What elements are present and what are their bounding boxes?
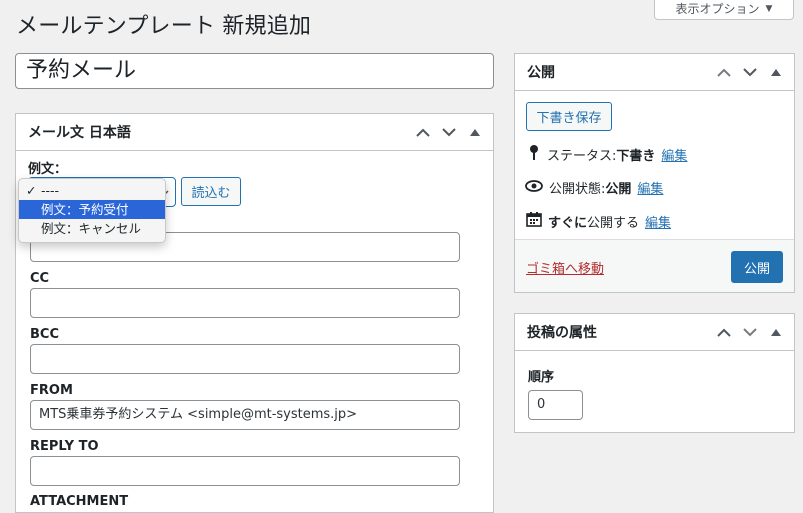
mail-postbox-handles: [413, 114, 485, 151]
bcc-label: BCC: [30, 327, 59, 342]
trash-link[interactable]: ゴミ箱へ移動: [526, 258, 604, 277]
publish-postbox-title: 公開: [527, 65, 555, 81]
toggle-triangle-icon[interactable]: [465, 123, 485, 143]
chevron-down-icon[interactable]: [740, 63, 760, 83]
screen-options-button[interactable]: 表示オプション ▼: [654, 0, 794, 20]
chevron-up-icon[interactable]: [714, 323, 734, 343]
attributes-postbox-title: 投稿の属性: [527, 325, 597, 341]
mail-postbox: メール文 日本語 例文： 読込む CC BCC FROM MTS乗車券予約システ…: [15, 113, 494, 513]
cc-label: CC: [30, 271, 50, 286]
status-label: ステータス:: [547, 148, 617, 164]
post-title-input[interactable]: 予約メール: [15, 53, 494, 89]
screen-options-label: 表示オプション: [675, 2, 760, 16]
edit-status-link[interactable]: 編集: [661, 145, 687, 164]
checkmark-icon: ✓: [26, 183, 37, 198]
dropdown-option-label: 例文：予約受付: [41, 202, 129, 217]
example-dropdown-list: ✓ ---- 例文：予約受付 例文：キャンセル: [18, 178, 166, 243]
load-example-button[interactable]: 読込む: [181, 177, 241, 206]
dropdown-option-label: ----: [41, 183, 60, 198]
dropdown-option-none[interactable]: ✓ ----: [19, 181, 165, 200]
attachment-label: ATTACHMENT: [30, 494, 129, 509]
chevron-up-icon[interactable]: [413, 123, 433, 143]
publish-actions: ゴミ箱へ移動 公開: [515, 239, 794, 292]
chevron-down-icon[interactable]: [740, 323, 760, 343]
status-value: 下書き: [616, 148, 656, 164]
attributes-postbox: 投稿の属性 順序 0: [514, 313, 795, 433]
toggle-triangle-icon[interactable]: [766, 323, 786, 343]
reply-to-label: REPLY TO: [30, 439, 99, 454]
reply-to-field[interactable]: [30, 456, 460, 486]
attributes-postbox-handles: [714, 314, 786, 351]
from-label: FROM: [30, 383, 73, 398]
from-field[interactable]: MTS乗車券予約システム <simple@mt-systems.jp>: [30, 400, 460, 430]
calendar-icon: [526, 211, 542, 231]
pin-icon: [527, 144, 541, 164]
schedule-text: 公開する: [587, 215, 640, 231]
order-label: 順序: [528, 370, 555, 385]
mail-postbox-title: メール文 日本語: [28, 125, 131, 141]
visibility-label: 公開状態:: [549, 182, 606, 197]
visibility-row: 公開状態: 公開 編集: [525, 178, 663, 197]
status-row: ステータス: 下書き 編集: [527, 144, 687, 164]
edit-schedule-link[interactable]: 編集: [645, 212, 671, 231]
edit-visibility-link[interactable]: 編集: [637, 178, 663, 197]
save-draft-button[interactable]: 下書き保存: [526, 102, 612, 131]
chevron-down-icon[interactable]: [439, 123, 459, 143]
publish-postbox: 公開 下書き保存 ステータス: 下書き 編集 公開状態: 公開 編集 すぐに 公…: [514, 53, 795, 293]
chevron-up-icon[interactable]: [714, 63, 734, 83]
page-title: メールテンプレート 新規追加: [16, 14, 312, 39]
dropdown-option-label: 例文：キャンセル: [41, 221, 142, 236]
schedule-immediate: すぐに: [548, 215, 588, 231]
dropdown-option-reservation[interactable]: 例文：予約受付: [19, 200, 165, 219]
dropdown-option-cancel[interactable]: 例文：キャンセル: [19, 219, 165, 238]
publish-button[interactable]: 公開: [731, 251, 783, 283]
visibility-value: 公開: [605, 182, 632, 197]
example-label: 例文：: [28, 162, 68, 177]
toggle-triangle-icon[interactable]: [766, 63, 786, 83]
bcc-field[interactable]: [30, 344, 460, 374]
eye-icon: [525, 179, 543, 196]
triangle-down-icon: ▼: [765, 3, 773, 14]
publish-postbox-handles: [714, 54, 786, 91]
schedule-row: すぐに 公開する 編集: [526, 211, 671, 231]
order-input[interactable]: 0: [528, 390, 583, 420]
cc-field[interactable]: [30, 288, 460, 318]
